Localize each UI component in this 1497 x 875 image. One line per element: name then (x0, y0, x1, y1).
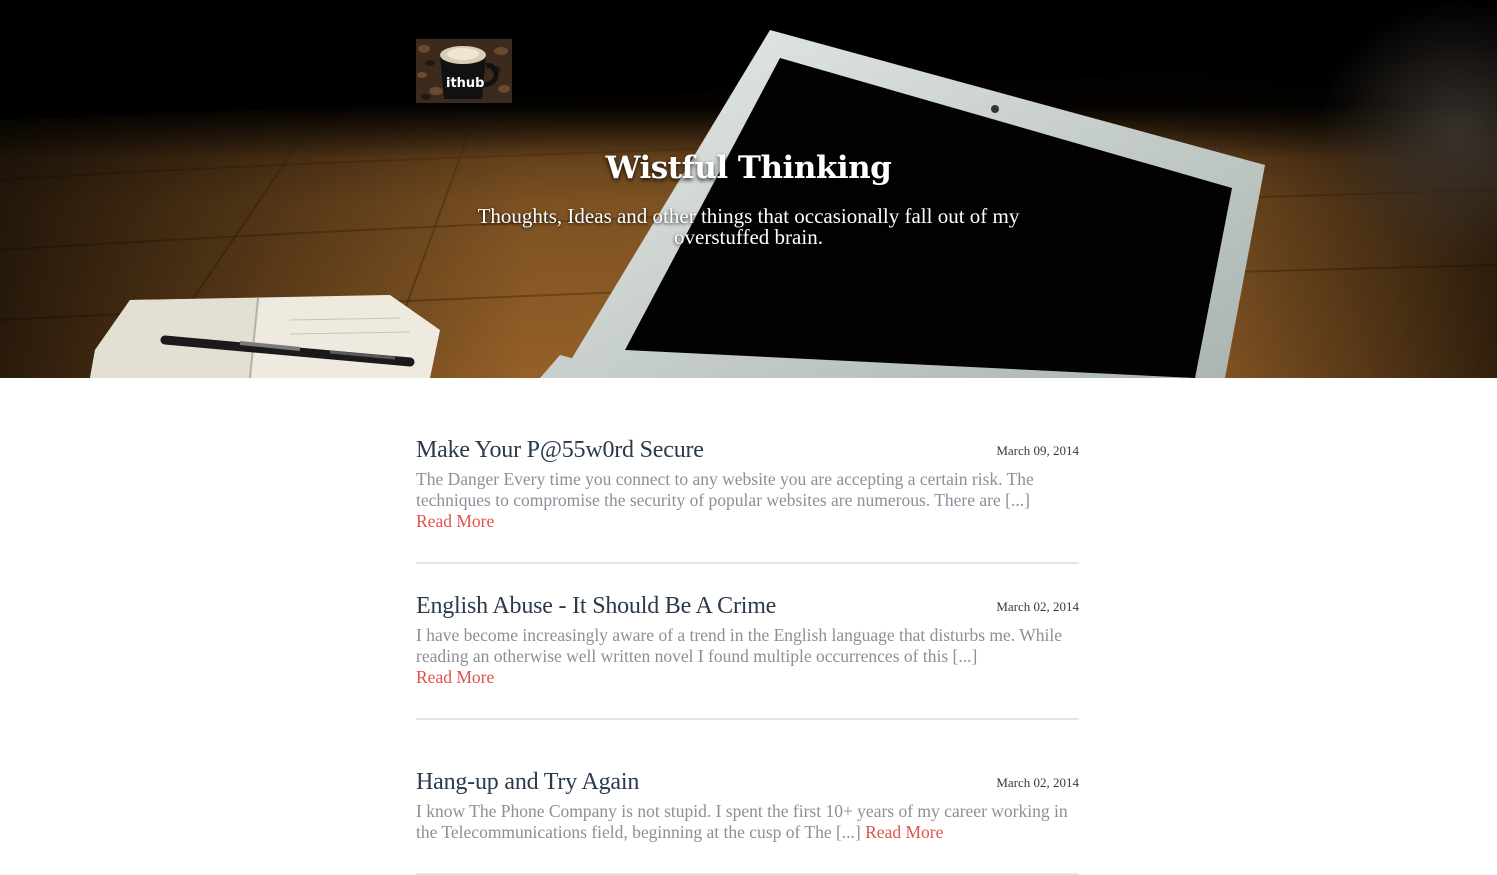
post-date: March 09, 2014 (996, 443, 1079, 459)
post-list: Make Your P@55w0rd Secure March 09, 2014… (416, 378, 1079, 875)
post-title-link[interactable]: Make Your P@55w0rd Secure (416, 435, 704, 465)
hero-background-image (0, 0, 1497, 378)
logo-text: ithub (446, 76, 485, 91)
read-more-link[interactable]: Read More (865, 822, 943, 842)
post-excerpt-text: The Danger Every time you connect to any… (416, 469, 1034, 510)
post-item: Hang-up and Try Again March 02, 2014 I k… (416, 720, 1079, 875)
post-excerpt-text: I have become increasingly aware of a tr… (416, 625, 1062, 666)
post-title-link[interactable]: Hang-up and Try Again (416, 767, 639, 797)
post-date: March 02, 2014 (996, 775, 1079, 791)
post-excerpt-text: I know The Phone Company is not stupid. … (416, 801, 1068, 842)
site-title[interactable]: Wistful Thinking (0, 150, 1497, 186)
post-item: English Abuse - It Should Be A Crime Mar… (416, 564, 1079, 720)
read-more-link[interactable]: Read More (416, 667, 494, 687)
post-excerpt: The Danger Every time you connect to any… (416, 469, 1079, 532)
post-date: March 02, 2014 (996, 599, 1079, 615)
read-more-link[interactable]: Read More (416, 511, 494, 531)
site-tagline: Thoughts, Ideas and other things that oc… (460, 206, 1037, 248)
post-excerpt: I know The Phone Company is not stupid. … (416, 801, 1079, 843)
post-excerpt: I have become increasingly aware of a tr… (416, 625, 1079, 688)
site-logo[interactable]: ithub (416, 39, 512, 103)
logo-image: ithub (416, 39, 512, 103)
hero-header: ithub Wistful Thinking Thoughts, Ideas a… (0, 0, 1497, 378)
post-title-link[interactable]: English Abuse - It Should Be A Crime (416, 591, 776, 621)
post-item: Make Your P@55w0rd Secure March 09, 2014… (416, 378, 1079, 564)
